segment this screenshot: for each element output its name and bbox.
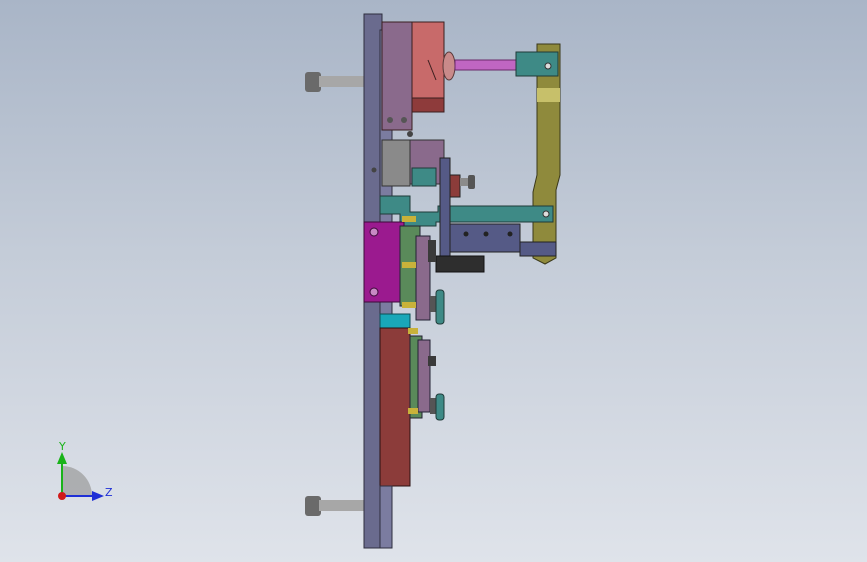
triad-graphic: Y Z	[57, 440, 113, 501]
bottom-spacer	[379, 485, 393, 549]
guide-pin-bottom	[305, 496, 365, 516]
cad-viewport[interactable]	[0, 0, 867, 562]
ejector-upper	[430, 289, 445, 325]
swing-arm	[515, 43, 561, 265]
cylinder-rod	[442, 51, 520, 81]
guide-pin-top	[305, 72, 365, 92]
cyan-insert	[379, 313, 411, 329]
indigo-bar	[439, 157, 451, 257]
magenta-clamp	[363, 221, 405, 303]
ejector-lower	[430, 393, 445, 421]
orientation-triad: Y Z	[40, 438, 130, 518]
upper-cylinder-block	[381, 21, 445, 131]
stop-block	[449, 174, 461, 198]
lower-die-block	[379, 327, 436, 487]
stop-bolt	[460, 175, 475, 189]
triad-z-label: Z	[105, 486, 113, 499]
triad-y-label: Y	[58, 440, 66, 453]
